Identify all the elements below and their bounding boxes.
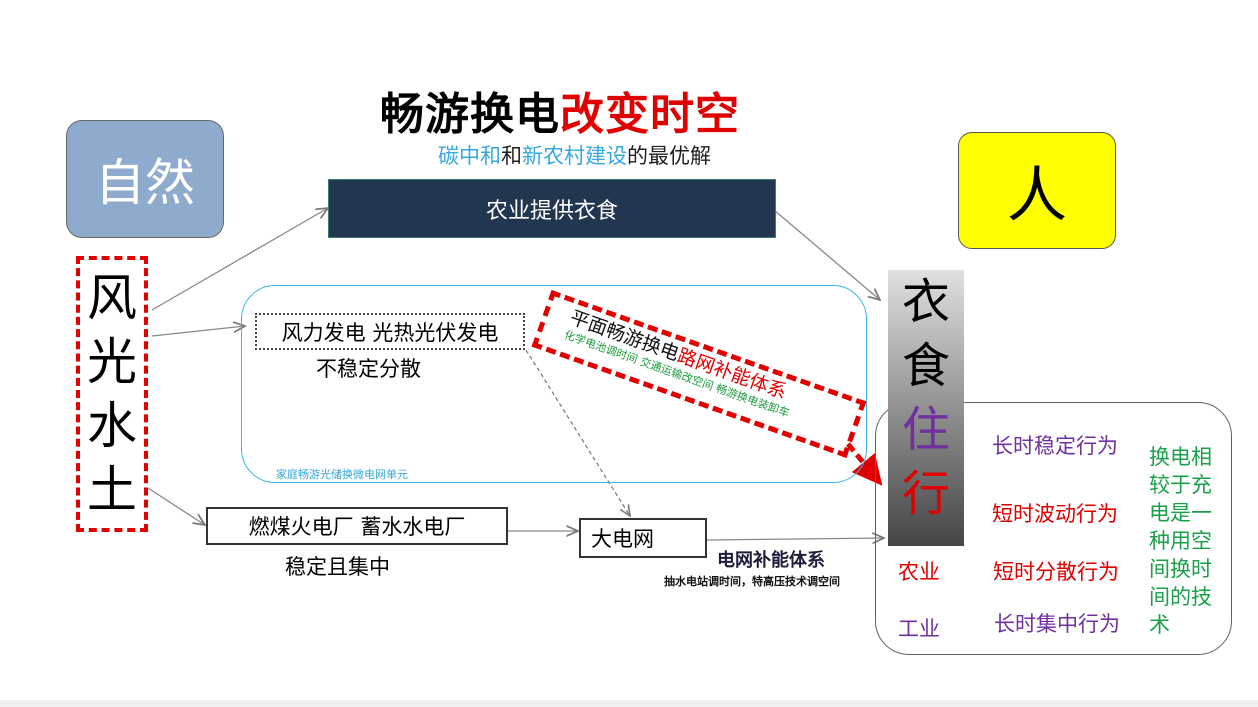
nature-box: 自然 <box>66 120 224 238</box>
arrow-nature-to-coal <box>147 487 205 525</box>
grid-supplement-subtitle: 抽水电站调时间，特高压技术调空间 <box>664 575 840 588</box>
agriculture-box: 农业提供衣食 <box>328 179 776 238</box>
coal-hydro-box: 燃煤火电厂 蓄水水电厂 <box>206 507 508 545</box>
subtitle-rural: 新农村建设 <box>522 144 627 168</box>
behavior-short-fluctuating: 短时波动行为 <box>992 502 1118 526</box>
resources-box: 风 光 水 土 <box>76 256 148 532</box>
subtitle-carbon: 碳中和 <box>438 144 501 168</box>
resource-water: 水 <box>87 397 137 455</box>
behavior-long-concentrated: 长时集中行为 <box>994 612 1120 636</box>
grid-supplement-title: 电网补能体系 <box>717 550 825 571</box>
title-part-black: 畅游换电 <box>380 89 560 140</box>
page-title: 畅游换电改变时空 <box>380 78 810 142</box>
microgrid-label: 家庭畅游光储换微电网单元 <box>276 468 408 481</box>
coal-hydro-caption: 稳定且集中 <box>285 555 390 579</box>
grid-box: 大电网 <box>579 518 707 558</box>
need-travel: 行 <box>901 466 950 522</box>
behavior-short-scattered: 短时分散行为 <box>993 560 1119 584</box>
page-subtitle: 碳中和和新农村建设的最优解 <box>438 140 711 170</box>
conclusion-text: 换电相较于充电是一种用空间换时间的技术 <box>1149 445 1212 637</box>
wind-solar-caption: 不稳定分散 <box>316 357 421 381</box>
subtitle-and: 和 <box>501 144 522 168</box>
resource-soil: 土 <box>87 461 137 519</box>
bottom-bar <box>0 700 1258 707</box>
behavior-long-stable: 长时稳定行为 <box>992 434 1118 458</box>
resource-wind: 风 <box>87 269 137 327</box>
subtitle-solution: 的最优解 <box>627 144 711 168</box>
sector-industry: 工业 <box>898 617 940 641</box>
person-box: 人 <box>958 132 1116 249</box>
title-part-red: 改变时空 <box>560 89 740 140</box>
arrow-grid-to-needs <box>706 538 884 540</box>
need-housing: 住 <box>901 402 950 458</box>
need-food: 食 <box>901 338 950 394</box>
resource-light: 光 <box>87 333 137 391</box>
needs-column: 衣 食 住 行 <box>888 270 964 546</box>
need-clothing: 衣 <box>901 274 950 330</box>
arrow-nature-to-wind <box>151 326 245 337</box>
wind-solar-box: 风力发电 光热光伏发电 <box>255 313 525 350</box>
sector-agriculture: 农业 <box>898 560 940 584</box>
